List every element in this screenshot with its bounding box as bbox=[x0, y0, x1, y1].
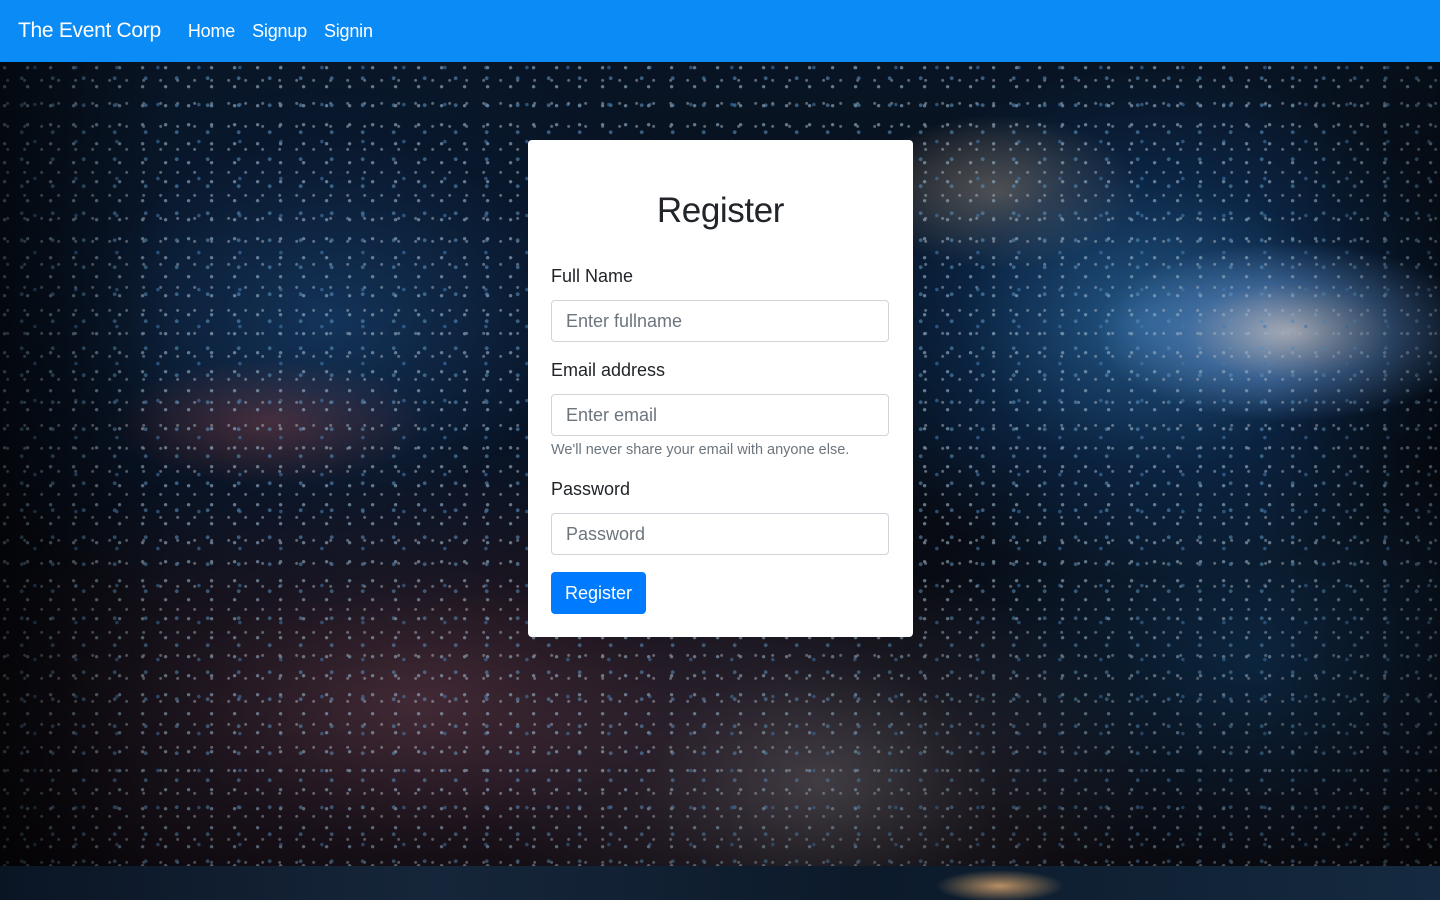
email-input[interactable] bbox=[551, 394, 889, 436]
background-repeat-strip bbox=[0, 866, 1440, 900]
nav-link-signup[interactable]: Signup bbox=[252, 21, 307, 42]
nav-link-signin[interactable]: Signin bbox=[324, 21, 373, 42]
password-input[interactable] bbox=[551, 513, 889, 555]
email-label: Email address bbox=[551, 360, 666, 380]
register-button[interactable]: Register bbox=[551, 572, 647, 614]
brand-link[interactable]: The Event Corp bbox=[18, 19, 161, 43]
password-label: Password bbox=[551, 479, 631, 499]
email-help-text: We'll never share your email with anyone… bbox=[551, 442, 850, 458]
fullname-input[interactable] bbox=[551, 300, 889, 342]
nav-link-home[interactable]: Home bbox=[188, 21, 235, 42]
register-card: Register Full Name Email address We'll n… bbox=[528, 140, 913, 637]
navbar: The Event Corp Home Signup Signin bbox=[0, 0, 1440, 62]
fullname-label: Full Name bbox=[551, 266, 634, 286]
register-title: Register bbox=[656, 191, 785, 230]
